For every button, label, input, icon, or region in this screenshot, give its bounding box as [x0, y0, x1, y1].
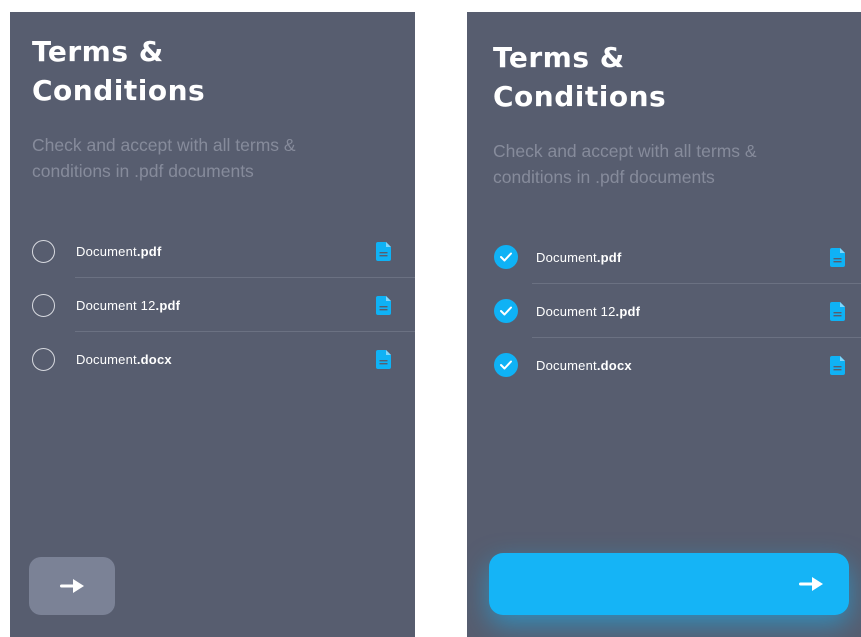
document-extension: .pdf [615, 303, 641, 319]
checkbox-checked[interactable] [494, 353, 518, 377]
document-row[interactable]: Document.docx [10, 332, 415, 386]
document-extension: .pdf [155, 297, 181, 313]
title-line-2: Conditions [493, 80, 667, 113]
checkbox-unchecked[interactable] [32, 239, 55, 263]
document-row[interactable]: Document.pdf [10, 224, 415, 278]
document-list: Document.pdf Document 12.pdf Document.do… [467, 230, 861, 392]
document-name: Document [536, 357, 597, 373]
checkbox-unchecked[interactable] [32, 293, 55, 317]
document-label[interactable]: Document 12.pdf [536, 304, 640, 319]
title-line-1: Terms & [493, 41, 625, 74]
document-list: Document.pdf Document 12.pdf Document.do… [10, 224, 415, 386]
checkmark-icon [500, 252, 512, 262]
page-title: Terms & Conditions [32, 32, 205, 110]
checkmark-icon [500, 306, 512, 316]
document-extension: .pdf [596, 249, 622, 265]
checkbox-checked[interactable] [494, 299, 518, 323]
page-title: Terms & Conditions [493, 38, 666, 116]
document-file-icon[interactable] [376, 349, 391, 369]
document-name: Document 12 [536, 303, 616, 319]
arrow-right-icon [60, 579, 84, 593]
document-row[interactable]: Document 12.pdf [467, 284, 861, 338]
document-file-icon[interactable] [376, 241, 391, 261]
page-subtitle: Check and accept with all terms & condit… [493, 141, 757, 187]
title-line-1: Terms & [32, 35, 164, 68]
document-label[interactable]: Document.pdf [76, 244, 161, 259]
checkmark-icon [500, 360, 512, 370]
document-extension: .pdf [136, 243, 162, 259]
document-file-icon[interactable] [830, 301, 845, 321]
document-extension: .docx [596, 357, 632, 373]
next-button-enabled[interactable] [489, 553, 849, 615]
terms-screen-unchecked: Terms & Conditions Check and accept with… [10, 12, 415, 637]
checkbox-checked[interactable] [494, 245, 518, 269]
canvas: Terms & Conditions Check and accept with… [0, 0, 861, 637]
arrow-right-icon [799, 577, 823, 591]
document-row[interactable]: Document 12.pdf [10, 278, 415, 332]
title-line-2: Conditions [32, 74, 206, 107]
page-subtitle: Check and accept with all terms & condit… [32, 135, 296, 181]
document-file-icon[interactable] [830, 355, 845, 375]
document-label[interactable]: Document.docx [76, 352, 172, 367]
terms-screen-checked: Terms & Conditions Check and accept with… [467, 12, 861, 637]
document-row[interactable]: Document.pdf [467, 230, 861, 284]
document-file-icon[interactable] [830, 247, 845, 267]
document-label[interactable]: Document 12.pdf [76, 298, 180, 313]
document-name: Document [76, 351, 137, 367]
document-name: Document [536, 249, 597, 265]
document-name: Document [76, 243, 137, 259]
document-file-icon[interactable] [376, 295, 391, 315]
document-label[interactable]: Document.docx [536, 358, 632, 373]
document-extension: .docx [136, 351, 172, 367]
next-button-disabled[interactable] [29, 557, 115, 615]
document-row[interactable]: Document.docx [467, 338, 861, 392]
document-name: Document 12 [76, 297, 156, 313]
checkbox-unchecked[interactable] [32, 347, 55, 371]
document-label[interactable]: Document.pdf [536, 250, 621, 265]
